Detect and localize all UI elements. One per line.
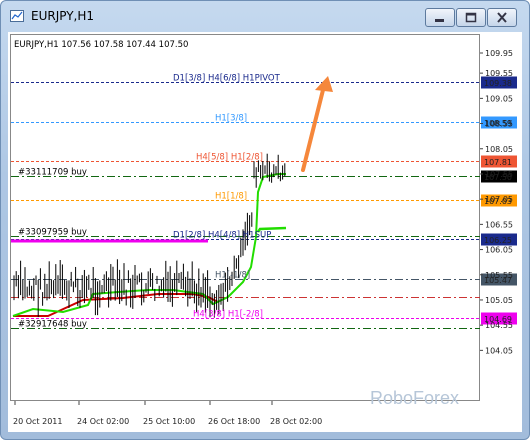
y-tick-label: 106.55 xyxy=(485,220,513,229)
y-tick-label: 109.95 xyxy=(485,49,513,58)
y-tick-label: 105.05 xyxy=(485,296,513,305)
y-tick-label: 105.55 xyxy=(485,271,513,280)
y-tick-label: 104.05 xyxy=(485,346,513,355)
level-label: H1[3/8] xyxy=(215,114,247,124)
maximize-icon xyxy=(465,12,477,23)
y-tick-label: 107.05 xyxy=(485,195,513,204)
y-tick-label: 109.55 xyxy=(485,69,513,78)
y-tick-label: 109.05 xyxy=(485,94,513,103)
price-badge-text: 106.25 xyxy=(484,236,512,245)
level-label: #33111709 buy xyxy=(18,168,87,178)
y-tick-label: 104.55 xyxy=(485,321,513,330)
maximize-button[interactable] xyxy=(456,8,486,27)
x-tick-label: 20 Oct 2011 xyxy=(13,417,62,426)
window-title: EURJPY,H1 xyxy=(31,9,95,23)
x-tick-label: 24 Oct 02:00 xyxy=(77,417,129,426)
chart-header: EURJPY,H1 107.56 107.58 107.44 107.50 xyxy=(14,40,188,50)
title-bar[interactable]: EURJPY,H1 xyxy=(1,1,529,31)
level-label: #33097959 buy xyxy=(18,228,87,238)
price-badge-text: 109.38 xyxy=(484,79,512,88)
level-label: H1[1/8] xyxy=(215,192,247,202)
level-label: #32917648 buy xyxy=(18,320,87,330)
y-tick-label: 108.55 xyxy=(485,120,513,129)
level-label: H4[3/8] H1[-2/8] xyxy=(193,310,263,320)
level-label: H1[-1/8] xyxy=(215,271,250,281)
y-tick-label: 108.05 xyxy=(485,145,513,154)
y-tick-label: 106.05 xyxy=(485,246,513,255)
chart-window-icon xyxy=(10,10,24,22)
x-tick-label: 25 Oct 10:00 xyxy=(143,417,195,426)
level-label: D1[3/8] H4[6/8] H1PIVOT xyxy=(173,74,281,84)
level-label: D1[2/8] H4[4/8] H1SUP xyxy=(173,231,271,241)
minimize-icon xyxy=(435,19,444,22)
x-tick-label: 26 Oct 18:00 xyxy=(208,417,260,426)
chart-window[interactable]: EURJPY,H1 D1[3/8] H4[6/8] H1PIVOT 109.38 H… xyxy=(0,0,530,440)
y-tick-label: 107.55 xyxy=(485,170,513,179)
watermark: RoboForex xyxy=(370,388,459,408)
close-button[interactable] xyxy=(487,8,517,27)
level-label: H4[5/8] H1[2/8] xyxy=(196,153,263,163)
price-chart[interactable]: D1[3/8] H4[6/8] H1PIVOT 109.38 H1[3/8] 108.… xyxy=(8,32,522,432)
price-badge-text: 107.81 xyxy=(484,158,512,167)
minimize-button[interactable] xyxy=(425,8,455,27)
close-icon xyxy=(497,12,507,23)
x-tick-label: 28 Oct 02:00 xyxy=(270,417,322,426)
